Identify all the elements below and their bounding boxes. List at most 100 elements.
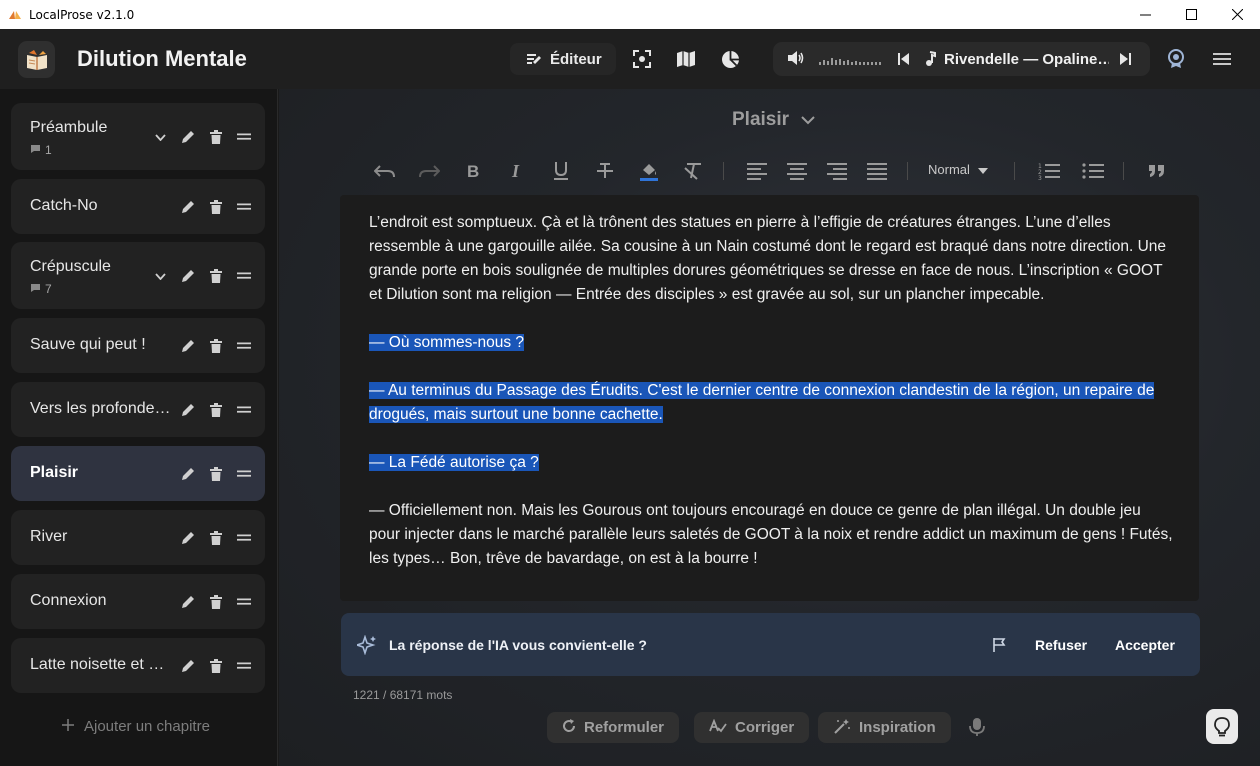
rephrase-button[interactable]: Reformuler [547, 712, 680, 743]
trash-icon[interactable] [209, 339, 223, 353]
redo-icon[interactable] [417, 159, 441, 183]
clear-format-icon[interactable] [681, 159, 705, 183]
trash-icon[interactable] [209, 659, 223, 673]
align-center-icon[interactable] [785, 159, 809, 183]
chevron-down-icon[interactable] [153, 269, 167, 283]
quote-icon[interactable] [1145, 159, 1169, 183]
accept-button[interactable]: Accepter [1115, 637, 1175, 653]
next-track-icon[interactable] [1119, 52, 1131, 71]
focus-icon [633, 50, 651, 68]
previous-track-icon[interactable] [898, 52, 910, 71]
add-chapter-label: Ajouter un chapitre [84, 718, 210, 735]
drag-handle-icon[interactable] [237, 269, 251, 283]
trash-icon[interactable] [209, 595, 223, 609]
trash-icon[interactable] [209, 200, 223, 214]
chapter-title: Latte noisette et … [30, 656, 165, 673]
edit-icon[interactable] [181, 130, 195, 144]
trash-icon[interactable] [209, 531, 223, 545]
comment-count-value: 7 [45, 282, 52, 296]
correct-button[interactable]: Corriger [694, 712, 810, 743]
paragraph-style-value: Normal [928, 162, 970, 177]
text-editor[interactable]: L’endroit est somptueux. Çà et là trônen… [340, 195, 1199, 601]
drag-handle-icon[interactable] [237, 531, 251, 545]
chapter-title: Catch-No [30, 197, 98, 214]
sidebar-item-chapter[interactable]: Vers les profonde… [11, 382, 265, 437]
paragraph-selected: — Où sommes-nous ? [369, 331, 1174, 355]
edit-icon[interactable] [181, 595, 195, 609]
drag-handle-icon[interactable] [237, 595, 251, 609]
sidebar-item-chapter[interactable]: Crépuscule 7 [11, 242, 265, 309]
drag-handle-icon[interactable] [237, 659, 251, 673]
focus-mode-button[interactable] [626, 43, 658, 75]
edit-icon[interactable] [181, 269, 195, 283]
refresh-icon [562, 718, 576, 737]
drag-handle-icon[interactable] [237, 339, 251, 353]
edit-icon[interactable] [181, 659, 195, 673]
close-button[interactable] [1214, 0, 1260, 29]
sidebar-item-chapter[interactable]: Latte noisette et … [11, 638, 265, 693]
align-left-icon[interactable] [745, 159, 769, 183]
trash-icon[interactable] [209, 467, 223, 481]
editor-mode-button[interactable]: Éditeur [510, 43, 616, 75]
editor-content[interactable]: L’endroit est somptueux. Çà et là trônen… [369, 211, 1174, 595]
bullet-list-icon[interactable] [1081, 159, 1105, 183]
chapter-title: Préambule [30, 119, 108, 136]
numbered-list-icon[interactable]: 123 [1037, 159, 1061, 183]
sidebar-item-chapter[interactable]: Préambule 1 [11, 103, 265, 170]
paragraph-selected: — Au terminus du Passage des Érudits. C'… [369, 379, 1174, 427]
sidebar-item-chapter[interactable]: Catch-No [11, 179, 265, 234]
microphone-icon[interactable] [969, 717, 985, 742]
tips-button[interactable] [1206, 709, 1238, 744]
document-title: Dilution Mentale [77, 46, 247, 71]
flag-icon[interactable] [992, 637, 1006, 658]
edit-icon[interactable] [181, 403, 195, 417]
comment-icon [30, 282, 41, 296]
chapter-title: Sauve qui peut ! [30, 336, 146, 353]
map-button[interactable] [670, 43, 702, 75]
drag-handle-icon[interactable] [237, 130, 251, 144]
sidebar-item-chapter[interactable]: Connexion [11, 574, 265, 629]
edit-icon[interactable] [181, 339, 195, 353]
paragraph-style-select[interactable]: Normal [928, 162, 988, 177]
reject-button[interactable]: Refuser [1035, 637, 1087, 653]
edit-icon[interactable] [181, 467, 195, 481]
bold-icon[interactable]: B [461, 159, 485, 183]
inspiration-button[interactable]: Inspiration [818, 712, 951, 743]
chapter-select[interactable]: Plaisir [732, 109, 815, 131]
drag-handle-icon[interactable] [237, 403, 251, 417]
align-right-icon[interactable] [825, 159, 849, 183]
align-justify-icon[interactable] [865, 159, 889, 183]
edit-icon[interactable] [181, 200, 195, 214]
trash-icon[interactable] [209, 130, 223, 144]
rephrase-label: Reformuler [584, 719, 665, 736]
underline-icon[interactable] [549, 159, 573, 183]
strikethrough-icon[interactable] [593, 159, 617, 183]
sidebar-item-chapter[interactable]: River [11, 510, 265, 565]
highlight-color-icon[interactable] [637, 159, 661, 183]
minimize-button[interactable] [1122, 0, 1168, 29]
menu-button[interactable] [1206, 43, 1238, 75]
drag-handle-icon[interactable] [237, 200, 251, 214]
trash-icon[interactable] [209, 269, 223, 283]
chevron-down-icon[interactable] [153, 130, 167, 144]
correct-label: Corriger [735, 719, 795, 736]
app-logo[interactable] [18, 41, 55, 78]
undo-icon[interactable] [373, 159, 397, 183]
edit-icon[interactable] [181, 531, 195, 545]
sidebar-item-chapter[interactable]: Plaisir [11, 446, 265, 501]
magic-wand-icon [833, 718, 851, 738]
word-count: 1221 / 68171 mots [353, 688, 453, 702]
trash-icon[interactable] [209, 403, 223, 417]
volume-level-bars[interactable] [819, 58, 881, 65]
lightbulb-icon [1214, 716, 1230, 736]
svg-text:B: B [467, 163, 479, 179]
chapter-select-value: Plaisir [732, 109, 790, 130]
maximize-button[interactable] [1168, 0, 1214, 29]
volume-icon[interactable] [787, 50, 805, 71]
sidebar-item-chapter[interactable]: Sauve qui peut ! [11, 318, 265, 373]
drag-handle-icon[interactable] [237, 467, 251, 481]
stats-button[interactable] [714, 43, 746, 75]
ai-assistant-button[interactable] [1160, 43, 1192, 75]
add-chapter-button[interactable]: Ajouter un chapitre [62, 718, 210, 735]
italic-icon[interactable]: I [505, 159, 529, 183]
